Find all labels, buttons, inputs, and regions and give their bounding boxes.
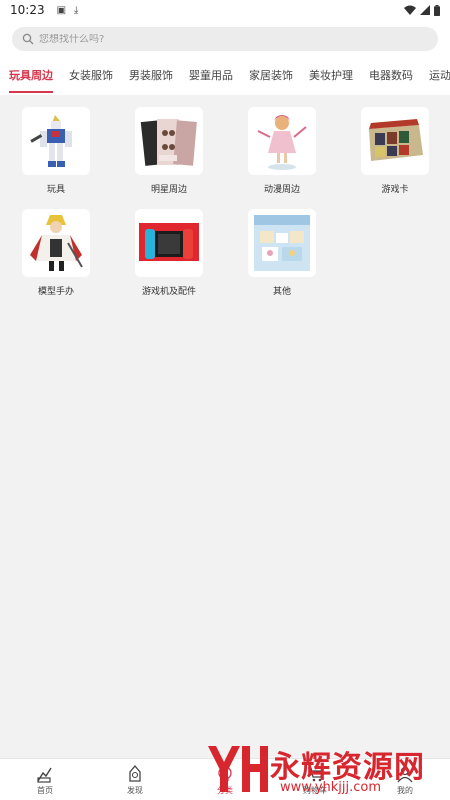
home-icon <box>37 767 52 783</box>
nav-discover-label: 发现 <box>127 786 143 795</box>
photo-cards-image <box>135 107 203 175</box>
category-thumb <box>135 107 203 175</box>
robot-figure-image <box>22 107 90 175</box>
anime-figure-image <box>248 107 316 175</box>
category-item-anime-merch[interactable]: 动漫周边 <box>226 107 338 207</box>
search-bar[interactable] <box>12 27 438 51</box>
tab-beauty-care[interactable]: 美妆护理 <box>300 67 353 95</box>
status-time: 10:23 <box>10 3 45 17</box>
puzzle-box-image <box>248 209 316 277</box>
tab-home-decor[interactable]: 家居装饰 <box>240 67 293 95</box>
card-box-image <box>361 107 429 175</box>
game-console-image <box>135 209 203 277</box>
search-icon <box>22 33 34 45</box>
discover-icon <box>129 764 141 782</box>
category-thumb <box>22 209 90 277</box>
category-thumb <box>248 209 316 277</box>
category-label: 其他 <box>272 287 291 297</box>
category-content: 玩具 明星周边 动漫周边 游戏卡 模型手办 游戏机及配件 其他 <box>0 95 450 758</box>
tab-electronics[interactable]: 电器数码 <box>360 67 413 95</box>
tab-mens-clothing[interactable]: 男装服饰 <box>120 67 173 95</box>
status-bar: 10:23 ▣ ⤓ <box>0 0 450 20</box>
category-thumb <box>361 107 429 175</box>
nav-home-label: 首页 <box>37 786 53 795</box>
status-right <box>404 4 440 16</box>
category-label: 明星周边 <box>150 185 187 195</box>
category-item-celebrity-merch[interactable]: 明星周边 <box>113 107 225 207</box>
nav-home[interactable]: 首页 <box>0 759 90 800</box>
category-thumb <box>135 209 203 277</box>
category-item-other[interactable]: 其他 <box>226 209 338 309</box>
category-label: 动漫周边 <box>263 185 300 195</box>
category-item-model-figures[interactable]: 模型手办 <box>0 209 112 309</box>
watermark-url: www.yhkjjj.com <box>280 780 382 795</box>
download-icon: ⤓ <box>74 4 79 16</box>
watermark-logo <box>208 746 268 792</box>
tab-sports[interactable]: 运动 <box>420 67 450 95</box>
watermark: 永辉资源网 www.yhkjjj.com <box>200 740 450 800</box>
category-thumb <box>22 107 90 175</box>
nav-discover[interactable]: 发现 <box>90 759 180 800</box>
tab-toys-merch[interactable]: 玩具周边 <box>0 67 53 95</box>
category-label: 模型手办 <box>37 287 74 297</box>
search-input[interactable] <box>39 33 419 45</box>
header: 玩具周边 女装服饰 男装服饰 婴童用品 家居装饰 美妆护理 电器数码 运动 <box>0 20 450 95</box>
wifi-icon <box>404 5 416 15</box>
category-label: 游戏卡 <box>381 185 409 195</box>
category-label: 游戏机及配件 <box>141 287 196 297</box>
model-figure-image <box>22 209 90 277</box>
tab-baby-products[interactable]: 婴童用品 <box>180 67 233 95</box>
category-tabs: 玩具周边 女装服饰 男装服饰 婴童用品 家居装饰 美妆护理 电器数码 运动 <box>0 67 450 95</box>
category-item-game-consoles[interactable]: 游戏机及配件 <box>113 209 225 309</box>
tab-womens-clothing[interactable]: 女装服饰 <box>60 67 113 95</box>
category-thumb <box>248 107 316 175</box>
category-label: 玩具 <box>46 185 65 195</box>
signal-icon <box>420 5 430 15</box>
category-item-game-cards[interactable]: 游戏卡 <box>339 107 450 207</box>
battery-icon <box>434 4 440 16</box>
category-item-toys[interactable]: 玩具 <box>0 107 112 207</box>
notification-a-icon: ▣ <box>56 4 67 16</box>
